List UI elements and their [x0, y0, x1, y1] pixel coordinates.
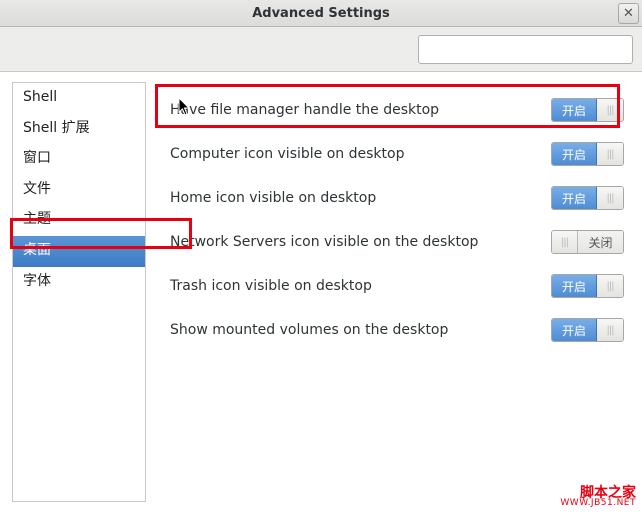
setting-label: Network Servers icon visible on the desk…	[170, 234, 478, 250]
close-button[interactable]: ✕	[618, 3, 639, 24]
toggle-switch[interactable]: 开启|||	[551, 186, 624, 210]
toggle-on-label: 开启	[552, 187, 597, 209]
setting-label: Have file manager handle the desktop	[170, 102, 439, 118]
sidebar-item-3[interactable]: 文件	[13, 175, 145, 206]
watermark-text: 脚本之家	[560, 485, 636, 499]
setting-label: Computer icon visible on desktop	[170, 146, 404, 162]
sidebar-item-5[interactable]: 桌面	[13, 236, 145, 267]
toggle-switch[interactable]: |||关闭	[551, 230, 624, 254]
toggle-on-label: 开启	[552, 143, 597, 165]
setting-row-4: Trash icon visible on desktop 开启|||	[170, 264, 624, 308]
toggle-knob: |||	[597, 143, 623, 165]
toggle-on-label: 开启	[552, 319, 597, 341]
setting-row-0: Have file manager handle the desktop 开启||…	[170, 88, 624, 132]
sidebar-item-1[interactable]: Shell 扩展	[13, 114, 145, 145]
toggle-switch[interactable]: 开启|||	[551, 318, 624, 342]
toggle-switch[interactable]: 开启|||	[551, 274, 624, 298]
close-icon: ✕	[623, 6, 634, 21]
toggle-on-label: 开启	[552, 275, 597, 297]
toggle-knob: |||	[597, 187, 623, 209]
toggle-switch[interactable]: 开启|||	[551, 98, 624, 122]
titlebar: Advanced Settings ✕	[0, 0, 642, 27]
sidebar: ShellShell 扩展窗口文件主题桌面字体	[12, 82, 146, 502]
sidebar-item-2[interactable]: 窗口	[13, 144, 145, 175]
content-area: ShellShell 扩展窗口文件主题桌面字体 Have file manage…	[0, 72, 642, 512]
toggle-knob: |||	[552, 231, 578, 253]
toggle-off-label: 关闭	[578, 231, 623, 253]
toolbar	[0, 27, 642, 72]
setting-row-5: Show mounted volumes on the desktop 开启|||	[170, 308, 624, 352]
search-input[interactable]	[418, 35, 633, 64]
watermark-url: WWW.JB51.NET	[560, 499, 636, 508]
setting-row-2: Home icon visible on desktop 开启|||	[170, 176, 624, 220]
sidebar-item-0[interactable]: Shell	[13, 83, 145, 114]
setting-label: Trash icon visible on desktop	[170, 278, 372, 294]
sidebar-item-6[interactable]: 字体	[13, 267, 145, 298]
setting-label: Show mounted volumes on the desktop	[170, 322, 448, 338]
setting-row-3: Network Servers icon visible on the desk…	[170, 220, 624, 264]
toggle-on-label: 开启	[552, 99, 597, 121]
settings-panel: Have file manager handle the desktop开启||…	[154, 82, 632, 502]
toggle-knob: |||	[597, 319, 623, 341]
setting-row-1: Computer icon visible on desktop 开启|||	[170, 132, 624, 176]
toggle-knob: |||	[597, 275, 623, 297]
sidebar-item-4[interactable]: 主题	[13, 205, 145, 236]
toggle-knob: |||	[597, 99, 623, 121]
toggle-switch[interactable]: 开启|||	[551, 142, 624, 166]
window-title: Advanced Settings	[252, 6, 390, 21]
setting-label: Home icon visible on desktop	[170, 190, 376, 206]
watermark: 脚本之家 WWW.JB51.NET	[560, 485, 636, 508]
